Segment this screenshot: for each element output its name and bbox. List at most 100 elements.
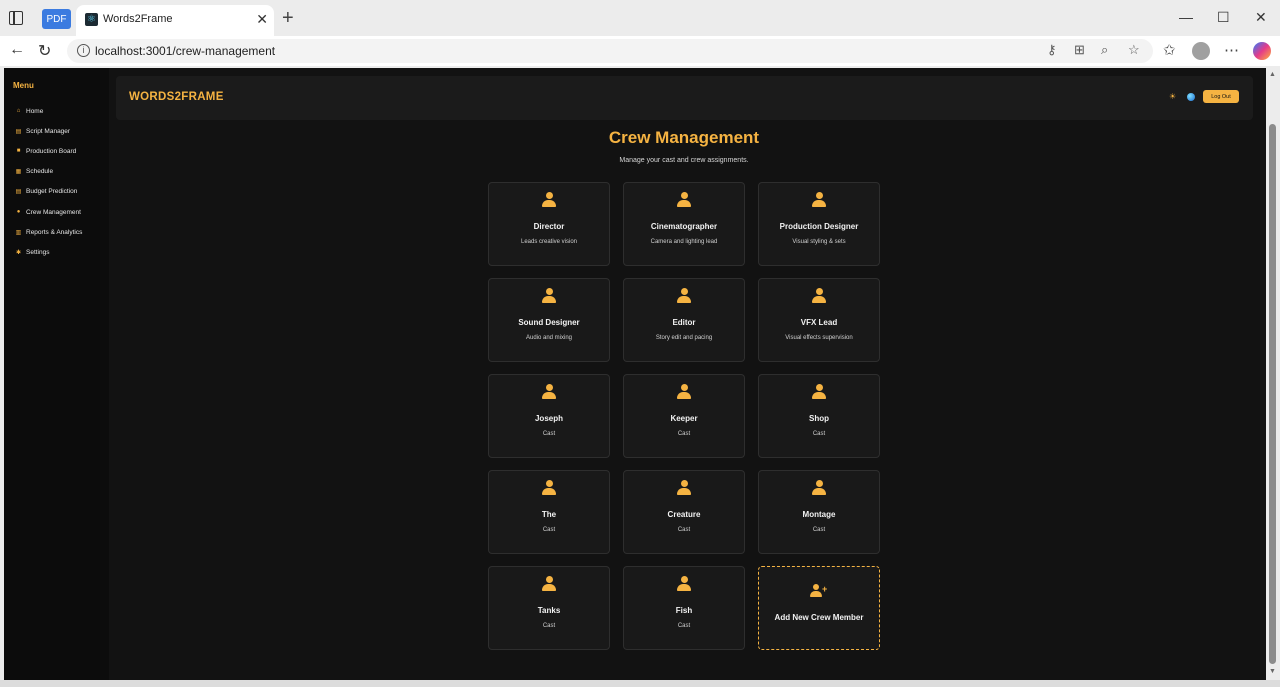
sidebar-item-home[interactable]: ⌂ Home	[4, 101, 109, 121]
person-icon	[812, 192, 826, 208]
sidebar-item-budget-prediction[interactable]: ▤ Budget Prediction	[4, 182, 109, 202]
new-tab-icon[interactable]: +	[282, 7, 294, 30]
crew-card-vfx-lead[interactable]: VFX Lead Visual effects supervision	[758, 278, 880, 362]
menu-title: Menu	[13, 81, 34, 90]
more-options-icon[interactable]: ⋯	[1224, 41, 1239, 59]
person-icon	[542, 480, 556, 496]
crew-card-description: Cast	[812, 527, 826, 533]
sidebar-item-reports-analytics[interactable]: ▥ Reports & Analytics	[4, 222, 109, 242]
crew-card-description: Visual styling & sets	[792, 239, 846, 245]
favorites-icon[interactable]: ✩	[1163, 41, 1176, 59]
sidebar-item-settings[interactable]: ✱ Settings	[4, 242, 109, 262]
tab-close-icon[interactable]: ✕	[256, 11, 268, 28]
crew-card-name: Joseph	[534, 414, 563, 423]
sidebar-item-label: Script Manager	[26, 127, 71, 135]
crew-card-production-designer[interactable]: Production Designer Visual styling & set…	[758, 182, 880, 266]
crew-card-tanks[interactable]: Tanks Cast	[488, 566, 610, 650]
crew-grid: Director Leads creative vision Cinematog…	[488, 182, 880, 650]
back-icon[interactable]: ←	[9, 41, 25, 59]
close-window-icon[interactable]: ✕	[1255, 9, 1267, 26]
crew-card-montage[interactable]: Montage Cast	[758, 470, 880, 554]
person-icon	[542, 288, 556, 304]
crew-card-fish[interactable]: Fish Cast	[623, 566, 745, 650]
copilot-icon[interactable]	[1253, 42, 1271, 60]
page-viewport: Menu ⌂ Home ▤ Script Manager ■ Productio…	[4, 68, 1266, 680]
crew-card-name: Director	[533, 222, 565, 231]
page-scrollbar[interactable]: ▲ ▼	[1266, 68, 1280, 680]
crew-card-name: Shop	[809, 414, 829, 423]
crew-card-sound-designer[interactable]: Sound Designer Audio and mixing	[488, 278, 610, 362]
video-icon: ■	[16, 148, 21, 155]
app-available-icon[interactable]: ⊞	[1074, 42, 1085, 58]
sidebar-item-label: Budget Prediction	[26, 188, 78, 196]
theme-toggle-sun-icon[interactable]: ☀	[1169, 93, 1177, 101]
crew-card-description: Cast	[542, 623, 556, 629]
add-crew-member-button[interactable]: + Add New Crew Member	[758, 566, 880, 650]
sidebar-item-label: Reports & Analytics	[26, 228, 83, 236]
crew-card-editor[interactable]: Editor Story edit and pacing	[623, 278, 745, 362]
sidebar-item-label: Crew Management	[26, 208, 81, 216]
crew-card-name: Montage	[802, 510, 836, 519]
home-icon: ⌂	[16, 108, 21, 115]
crew-card-name: Sound Designer	[518, 318, 580, 327]
person-icon	[542, 576, 556, 592]
crew-card-keeper[interactable]: Keeper Cast	[623, 374, 745, 458]
crew-card-cinematographer[interactable]: Cinematographer Camera and lighting lead	[623, 182, 745, 266]
maximize-icon[interactable]: ☐	[1217, 9, 1230, 26]
tab-title: Words2Frame	[103, 13, 173, 25]
scroll-down-icon[interactable]: ▼	[1269, 668, 1276, 675]
crew-card-description: Visual effects supervision	[785, 335, 853, 341]
address-bar: ← ↻ i localhost:3001/crew-management ⚷ ⊞…	[0, 36, 1280, 66]
sidebar-item-crew-management[interactable]: ● Crew Management	[4, 202, 109, 222]
crew-card-name: Creature	[667, 510, 701, 519]
key-icon[interactable]: ⚷	[1047, 42, 1057, 58]
crew-card-description: Leads creative vision	[520, 239, 578, 245]
minimize-icon[interactable]: —	[1179, 9, 1193, 25]
crew-card-description: Cast	[542, 431, 556, 437]
sidebar-item-production-board[interactable]: ■ Production Board	[4, 141, 109, 161]
profile-avatar[interactable]	[1192, 42, 1210, 60]
sidebar-item-label: Settings	[26, 248, 50, 256]
calendar-icon: ▦	[15, 169, 22, 176]
crew-card-name: Editor	[672, 318, 696, 327]
person-icon	[677, 288, 691, 304]
crew-card-creature[interactable]: Creature Cast	[623, 470, 745, 554]
crew-card-shop[interactable]: Shop Cast	[758, 374, 880, 458]
reload-icon[interactable]: ↻	[38, 41, 51, 61]
sidebar-item-label: Home	[26, 107, 44, 115]
crew-card-description: Story edit and pacing	[655, 335, 713, 341]
person-icon	[812, 384, 826, 400]
zoom-icon[interactable]: ⌕	[1101, 42, 1108, 58]
page-subtitle: Manage your cast and crew assignments.	[619, 157, 749, 164]
language-globe-icon[interactable]	[1187, 93, 1195, 101]
crew-card-description: Cast	[542, 527, 556, 533]
site-info-icon[interactable]: i	[77, 44, 90, 57]
crew-card-name: Tanks	[537, 606, 561, 615]
tab-actions-icon[interactable]	[9, 11, 23, 25]
app-header: WORDS2FRAME ☀ Log Out	[116, 76, 1253, 120]
favorite-star-icon[interactable]: ☆	[1128, 42, 1140, 58]
crew-card-director[interactable]: Director Leads creative vision	[488, 182, 610, 266]
user-plus-icon: +	[810, 584, 828, 598]
scrollbar-thumb[interactable]	[1269, 124, 1276, 664]
url-text[interactable]: localhost:3001/crew-management	[95, 44, 275, 58]
logout-button[interactable]: Log Out	[1203, 90, 1239, 103]
person-icon	[677, 192, 691, 208]
crew-card-name: Fish	[675, 606, 693, 615]
document-icon: ▤	[15, 189, 22, 196]
browser-tab-bar: PDF ⚛ Words2Frame ✕ + — ☐ ✕	[0, 0, 1280, 36]
person-icon	[812, 480, 826, 496]
scroll-up-icon[interactable]: ▲	[1269, 71, 1276, 78]
brand-logo[interactable]: WORDS2FRAME	[129, 91, 224, 103]
add-crew-member-label: Add New Crew Member	[774, 613, 864, 622]
react-favicon-icon: ⚛	[85, 13, 98, 26]
sidebar-item-schedule[interactable]: ▦ Schedule	[4, 162, 109, 182]
active-browser-tab[interactable]: ⚛ Words2Frame ✕	[76, 5, 274, 36]
url-field[interactable]: i localhost:3001/crew-management ⚷ ⊞ ⌕ ☆	[67, 39, 1153, 63]
crew-card-description: Cast	[677, 623, 691, 629]
crew-card-name: The	[541, 510, 557, 519]
crew-card-the[interactable]: The Cast	[488, 470, 610, 554]
crew-card-joseph[interactable]: Joseph Cast	[488, 374, 610, 458]
pdf-tab[interactable]: PDF	[42, 9, 71, 29]
sidebar-item-script-manager[interactable]: ▤ Script Manager	[4, 121, 109, 141]
